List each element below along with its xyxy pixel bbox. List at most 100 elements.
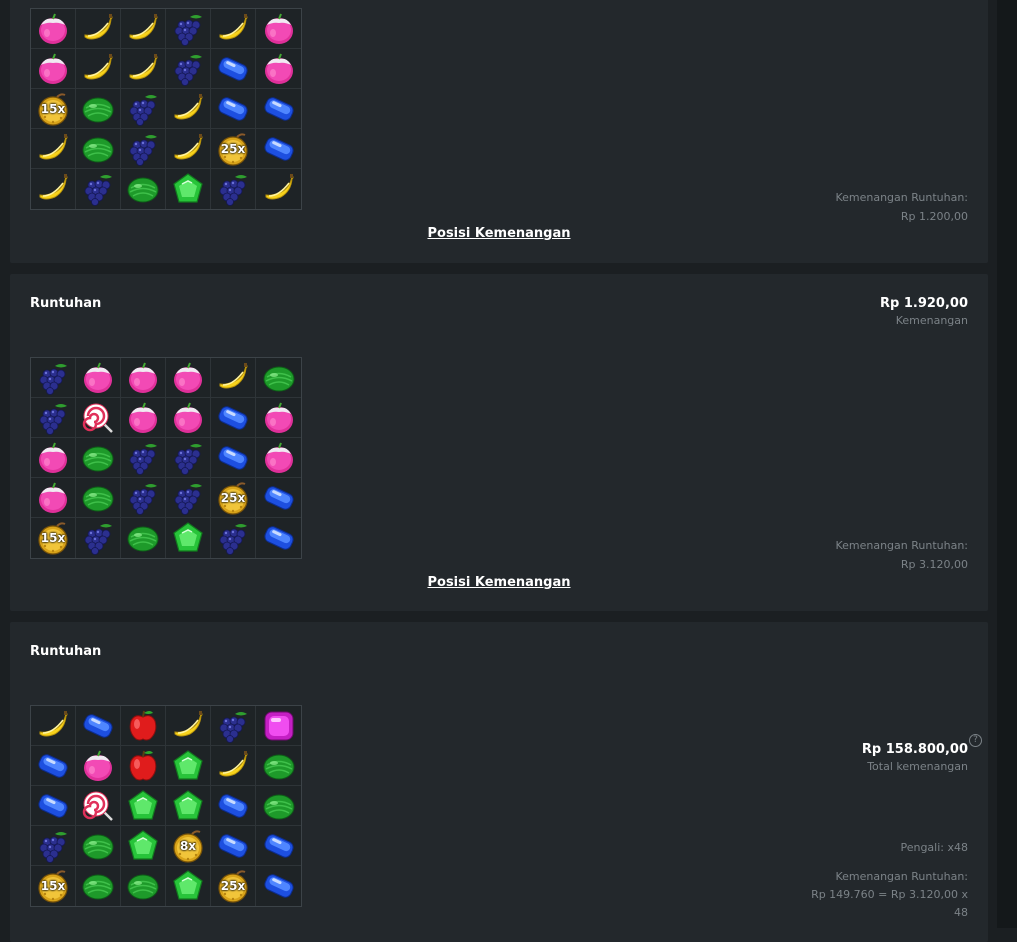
grape-symbol-icon bbox=[125, 131, 161, 167]
grid-cell bbox=[31, 129, 76, 169]
grid-cell bbox=[121, 358, 166, 398]
banana-symbol-icon bbox=[170, 708, 206, 744]
grid-cell bbox=[211, 706, 256, 746]
grid-cell bbox=[166, 478, 211, 518]
banana-symbol-icon bbox=[80, 51, 116, 87]
grid-cell bbox=[256, 129, 301, 169]
grid-cell bbox=[211, 746, 256, 786]
grid-cell bbox=[76, 358, 121, 398]
grape-symbol-icon bbox=[80, 171, 116, 207]
banana-symbol-icon bbox=[35, 131, 71, 167]
melon-symbol-icon bbox=[80, 440, 116, 476]
melon-symbol-icon bbox=[125, 868, 161, 904]
grid-cell bbox=[256, 826, 301, 866]
grape-symbol-icon bbox=[215, 171, 251, 207]
grid-cell bbox=[256, 9, 301, 49]
grape-symbol-icon bbox=[170, 51, 206, 87]
banana-symbol-icon bbox=[261, 171, 297, 207]
multiplier-value: 15x bbox=[40, 879, 66, 893]
total-win-amount: Rp 158.800,00 bbox=[861, 742, 968, 757]
green-symbol-icon bbox=[170, 868, 206, 904]
grid-cell bbox=[76, 9, 121, 49]
grid-cell bbox=[211, 438, 256, 478]
grid-cell bbox=[31, 9, 76, 49]
grid-cell: 15x bbox=[31, 518, 76, 558]
banana-symbol-icon bbox=[170, 131, 206, 167]
winning-positions-link[interactable]: Posisi Kemenangan bbox=[10, 575, 988, 590]
grid-cell bbox=[211, 9, 256, 49]
symbol-grid: 15x 25x bbox=[30, 8, 302, 210]
grape-symbol-icon bbox=[215, 708, 251, 744]
grid-cell bbox=[76, 438, 121, 478]
grid-cell bbox=[76, 398, 121, 438]
grid-cell bbox=[166, 358, 211, 398]
grid-cell bbox=[211, 518, 256, 558]
grid-cell: 15x bbox=[31, 89, 76, 129]
blue-symbol-icon bbox=[215, 788, 251, 824]
melon-symbol-icon bbox=[80, 868, 116, 904]
scrollbar-track[interactable] bbox=[997, 0, 1017, 928]
cascade-panel-2: Runtuhan Rp 1.920,00 Kemenangan 25x 15x K… bbox=[10, 274, 988, 611]
banana-symbol-icon bbox=[215, 748, 251, 784]
plum-symbol-icon bbox=[125, 360, 161, 396]
grid-cell bbox=[31, 786, 76, 826]
blue-symbol-icon bbox=[215, 51, 251, 87]
melon-symbol-icon bbox=[261, 788, 297, 824]
grid-cell bbox=[166, 9, 211, 49]
grid-cell bbox=[76, 706, 121, 746]
cascade-win-formula-tail: 48 bbox=[954, 906, 968, 919]
green-symbol-icon bbox=[170, 520, 206, 556]
plum-symbol-icon bbox=[35, 11, 71, 47]
multiplier-value: 15x bbox=[40, 101, 66, 116]
banana-symbol-icon bbox=[125, 11, 161, 47]
grape-symbol-icon bbox=[35, 400, 71, 436]
plum-symbol-icon bbox=[80, 360, 116, 396]
grid-cell bbox=[121, 129, 166, 169]
melon-symbol-icon bbox=[80, 828, 116, 864]
grid-cell bbox=[166, 49, 211, 89]
grid-cell bbox=[76, 866, 121, 906]
grid-cell: 15x bbox=[31, 866, 76, 906]
grid-cell: 8x bbox=[166, 826, 211, 866]
grape-symbol-icon bbox=[125, 480, 161, 516]
blue-symbol-icon bbox=[261, 131, 297, 167]
grid-cell bbox=[76, 786, 121, 826]
grid-cell bbox=[121, 706, 166, 746]
banana-symbol-icon bbox=[35, 171, 71, 207]
grid-cell bbox=[121, 518, 166, 558]
blue-symbol-icon bbox=[215, 440, 251, 476]
grid-cell bbox=[256, 398, 301, 438]
blue-symbol-icon bbox=[261, 868, 297, 904]
win-amount: Rp 1.920,00 bbox=[880, 296, 968, 311]
grid-cell bbox=[31, 358, 76, 398]
grid-cell bbox=[166, 706, 211, 746]
grid-cell bbox=[211, 358, 256, 398]
grid-cell bbox=[31, 49, 76, 89]
banana-symbol-icon bbox=[215, 360, 251, 396]
grape-symbol-icon bbox=[170, 11, 206, 47]
grid-cell bbox=[76, 478, 121, 518]
grid-cell bbox=[211, 786, 256, 826]
grid-cell bbox=[76, 49, 121, 89]
banana-symbol-icon bbox=[125, 51, 161, 87]
grape-symbol-icon bbox=[215, 520, 251, 556]
grid-cell bbox=[166, 746, 211, 786]
grid-cell bbox=[256, 706, 301, 746]
grid-cell bbox=[121, 478, 166, 518]
symbol-grid: 25x 15x bbox=[30, 357, 302, 559]
apple-symbol-icon bbox=[125, 708, 161, 744]
grape-symbol-icon bbox=[125, 440, 161, 476]
help-icon[interactable]: ? bbox=[969, 734, 982, 747]
grid-cell bbox=[166, 398, 211, 438]
cascade-win-formula: Rp 149.760 = Rp 3.120,00 x bbox=[811, 888, 968, 901]
multiplier-value: 25x bbox=[220, 141, 246, 156]
grid-cell: 25x bbox=[211, 129, 256, 169]
multiplier-value: 15x bbox=[40, 531, 66, 545]
grid-cell bbox=[31, 398, 76, 438]
winning-positions-link[interactable]: Posisi Kemenangan bbox=[10, 226, 988, 241]
grid-cell bbox=[211, 49, 256, 89]
green-symbol-icon bbox=[125, 828, 161, 864]
green-symbol-icon bbox=[125, 788, 161, 824]
grid-cell bbox=[256, 866, 301, 906]
grid-cell bbox=[166, 89, 211, 129]
